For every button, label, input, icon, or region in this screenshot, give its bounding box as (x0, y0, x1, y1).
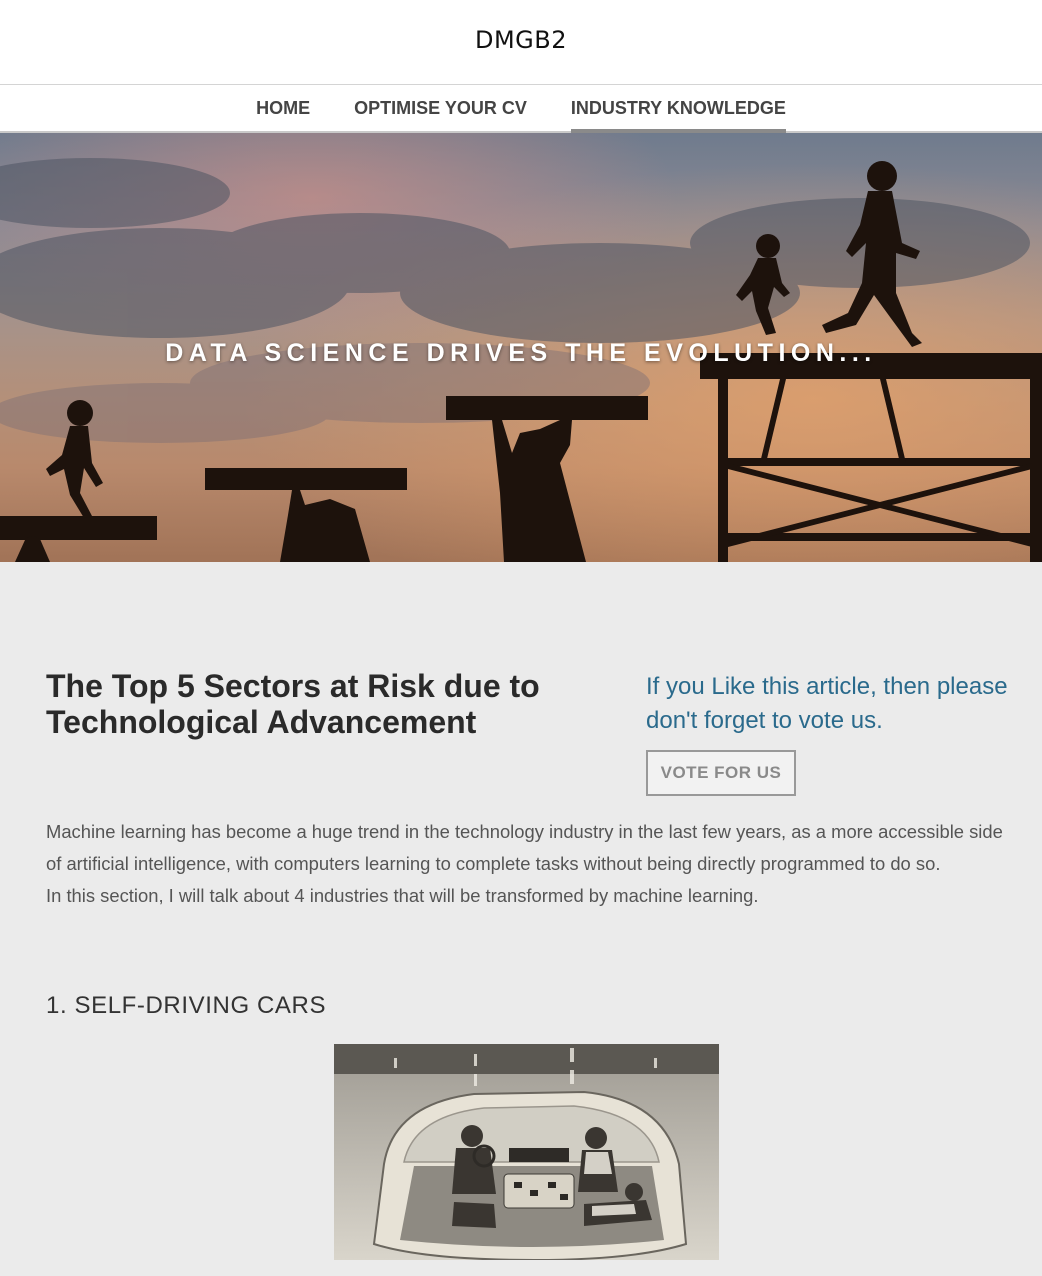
site-title[interactable]: DMGB2 (0, 26, 1042, 54)
nav-item-industry-knowledge[interactable]: INDUSTRY KNOWLEDGE (549, 85, 808, 133)
site-header: DMGB2 (0, 0, 1042, 85)
self-driving-car-image (334, 1044, 719, 1260)
intro-paragraph: In this section, I will talk about 4 ind… (46, 885, 759, 906)
vote-prompt: If you Like this article, then please do… (646, 673, 1008, 734)
article-intro: Machine learning has become a huge trend… (46, 816, 1006, 912)
intro-paragraph: Machine learning has become a huge trend… (46, 821, 1003, 874)
article-title: The Top 5 Sectors at Risk due to Technol… (46, 668, 540, 740)
vote-box: If you Like this article, then please do… (646, 670, 1026, 796)
car-illustration (334, 1044, 719, 1260)
hero-tagline: DATA SCIENCE DRIVES THE EVOLUTION... (165, 339, 877, 367)
section-heading-self-driving-cars: 1. SELF-DRIVING CARS (46, 992, 327, 1019)
hero-banner: DATA SCIENCE DRIVES THE EVOLUTION... (0, 133, 1042, 562)
vote-for-us-button[interactable]: VOTE FOR US (646, 750, 796, 796)
nav-item-optimise-your-cv[interactable]: OPTIMISE YOUR CV (332, 85, 549, 131)
main-nav: HOME OPTIMISE YOUR CV INDUSTRY KNOWLEDGE (0, 85, 1042, 133)
nav-item-home[interactable]: HOME (234, 85, 332, 131)
nav-list: HOME OPTIMISE YOUR CV INDUSTRY KNOWLEDGE (0, 85, 1042, 133)
